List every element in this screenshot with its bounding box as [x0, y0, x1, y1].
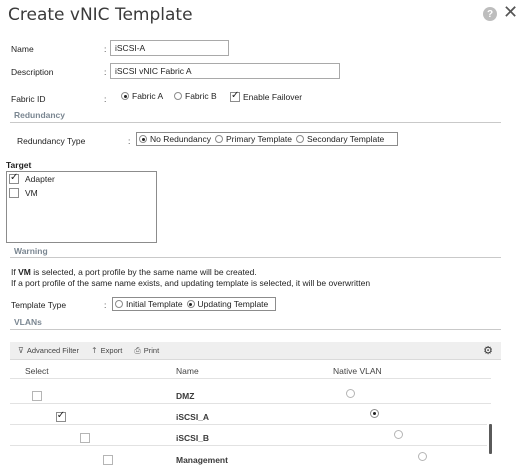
vm-label: VM — [25, 188, 38, 198]
name-colon: : — [104, 44, 107, 54]
redundancy-type-colon: : — [128, 136, 131, 146]
primary-template-label: Primary Template — [225, 134, 292, 144]
warning-line-1: If VM is selected, a port profile by the… — [11, 267, 257, 277]
gear-icon: ⚙ — [483, 344, 493, 357]
vlan-name-iscsi-b: iSCSI_B — [176, 433, 210, 443]
vlan-name-dmz: DMZ — [176, 391, 195, 401]
fabric-id-label: Fabric ID — [11, 94, 46, 104]
native-vlan-radio-dmz[interactable] — [346, 389, 356, 398]
table-settings-button[interactable]: ⚙ — [483, 344, 493, 357]
fabric-b-option[interactable]: Fabric B — [174, 91, 217, 101]
vlan-name-management: Management — [176, 455, 228, 465]
initial-template-label: Initial Template — [126, 299, 183, 309]
close-icon[interactable]: ✕ — [503, 3, 518, 21]
vlans-divider — [10, 329, 501, 330]
table-row-divider — [10, 445, 487, 446]
name-input[interactable] — [110, 40, 229, 56]
advanced-filter-button[interactable]: ⊽ Advanced Filter — [18, 346, 79, 355]
redundancy-type-label: Redundancy Type — [17, 136, 86, 146]
template-type-label: Template Type — [11, 300, 67, 310]
fabric-a-radio[interactable] — [121, 92, 129, 100]
warning-line-1-bold: VM — [18, 267, 31, 277]
name-label: Name — [11, 44, 34, 54]
vlan-name-iscsi-a: iSCSI_A — [176, 412, 210, 422]
row-select-checkbox-dmz[interactable] — [32, 391, 42, 401]
vlans-section-title: VLANs — [14, 317, 42, 327]
help-icon[interactable]: ? — [483, 7, 497, 21]
redundancy-option-secondary[interactable]: Secondary Template — [295, 134, 385, 144]
fabric-a-option[interactable]: Fabric A — [121, 91, 163, 101]
table-row-divider — [10, 403, 491, 404]
printer-icon: ⎙ — [134, 345, 141, 355]
template-option-updating[interactable]: Updating Template — [186, 299, 269, 309]
table-row-divider — [10, 424, 487, 425]
column-header-native-vlan[interactable]: Native VLAN — [333, 366, 382, 376]
description-input[interactable] — [110, 63, 340, 79]
adapter-checkbox[interactable] — [9, 172, 19, 184]
fabric-b-radio[interactable] — [174, 92, 182, 100]
target-list: Adapter VM — [6, 171, 157, 243]
secondary-template-radio[interactable] — [295, 135, 304, 143]
dialog-title: Create vNIC Template — [8, 5, 193, 25]
redundancy-section-title: Redundancy — [14, 110, 66, 120]
warning-line-1-suffix: is selected, a port profile by the same … — [30, 267, 257, 277]
enable-failover-label: Enable Failover — [243, 92, 303, 102]
row-select-checkbox-iscsi-b[interactable] — [79, 433, 90, 443]
fabric-b-label: Fabric B — [185, 91, 217, 101]
description-colon: : — [104, 67, 107, 77]
updating-template-radio[interactable] — [186, 300, 195, 308]
template-option-initial[interactable]: Initial Template — [115, 299, 183, 309]
print-button[interactable]: ⎙ Print — [134, 346, 159, 356]
enable-failover-option[interactable]: Enable Failover — [230, 90, 303, 102]
target-item-vm[interactable]: VM — [9, 188, 38, 198]
adapter-label: Adapter — [25, 174, 55, 184]
export-label: Export — [100, 346, 123, 355]
no-redundancy-label: No Redundancy — [150, 134, 211, 144]
native-vlan-radio-iscsi-a[interactable] — [370, 409, 380, 418]
enable-failover-checkbox[interactable] — [230, 90, 240, 102]
vlan-table-scrollbar[interactable] — [489, 424, 492, 454]
redundancy-option-no-redundancy[interactable]: No Redundancy — [139, 134, 211, 144]
description-label: Description — [11, 67, 54, 77]
export-arrow-icon: ↑ — [90, 346, 98, 355]
header-divider — [10, 378, 491, 379]
target-item-adapter[interactable]: Adapter — [9, 172, 55, 184]
warning-section-title: Warning — [14, 246, 48, 256]
initial-template-radio[interactable] — [115, 300, 123, 308]
redundancy-option-primary[interactable]: Primary Template — [214, 134, 292, 144]
column-header-select[interactable]: Select — [25, 366, 49, 376]
row-select-checkbox-iscsi-a[interactable] — [55, 410, 66, 422]
vlans-toolbar: ⊽ Advanced Filter ↑ Export ⎙ Print ⚙ — [10, 342, 501, 360]
column-header-name[interactable]: Name — [176, 366, 199, 376]
redundancy-divider — [10, 122, 501, 123]
secondary-template-label: Secondary Template — [306, 134, 385, 144]
template-type-colon: : — [104, 300, 107, 310]
row-select-checkbox-management[interactable] — [103, 455, 114, 465]
warning-line-2: If a port profile of the same name exist… — [11, 278, 371, 288]
redundancy-type-group: No Redundancy Primary Template Secondary… — [136, 132, 398, 146]
advanced-filter-label: Advanced Filter — [26, 346, 79, 355]
native-vlan-radio-management[interactable] — [417, 452, 427, 461]
fabric-a-label: Fabric A — [132, 91, 164, 101]
target-label: Target — [6, 160, 32, 170]
updating-template-label: Updating Template — [197, 299, 269, 309]
primary-template-radio[interactable] — [214, 135, 223, 143]
no-redundancy-radio[interactable] — [139, 135, 147, 143]
template-type-group: Initial Template Updating Template — [112, 297, 276, 311]
print-label: Print — [143, 346, 160, 355]
native-vlan-radio-iscsi-b[interactable] — [393, 430, 403, 439]
fabric-id-colon: : — [104, 94, 107, 104]
export-button[interactable]: ↑ Export — [91, 346, 122, 355]
vm-checkbox[interactable] — [9, 188, 19, 198]
warning-divider — [10, 257, 501, 258]
filter-icon: ⊽ — [18, 346, 24, 355]
